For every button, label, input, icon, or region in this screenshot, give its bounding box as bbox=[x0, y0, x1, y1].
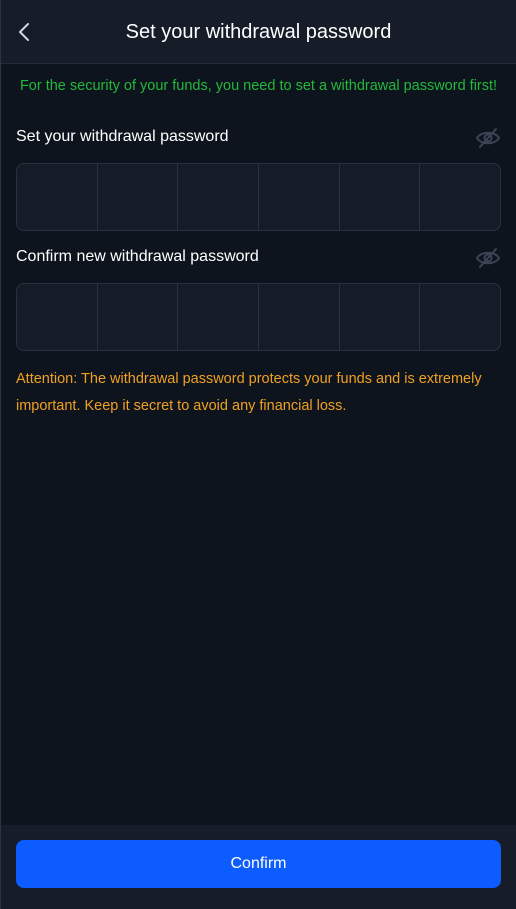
confirm-digit-2[interactable] bbox=[98, 284, 179, 350]
confirm-digit-6[interactable] bbox=[420, 284, 500, 350]
password-digit-2[interactable] bbox=[98, 164, 179, 230]
confirm-password-label: Confirm new withdrawal password bbox=[16, 248, 259, 265]
password-input[interactable] bbox=[16, 163, 501, 231]
eye-off-icon[interactable] bbox=[475, 247, 501, 269]
header-bar: Set your withdrawal password bbox=[1, 0, 516, 64]
password-digit-5[interactable] bbox=[340, 164, 421, 230]
attention-text: Attention: The withdrawal password prote… bbox=[16, 371, 482, 414]
confirm-digit-5[interactable] bbox=[340, 284, 421, 350]
password-digit-3[interactable] bbox=[178, 164, 260, 230]
page-title: Set your withdrawal password bbox=[125, 21, 392, 43]
confirm-digit-4[interactable] bbox=[259, 284, 340, 350]
withdrawal-password-page: Set your withdrawal password For the sec… bbox=[0, 0, 516, 909]
password-digit-1[interactable] bbox=[17, 164, 98, 230]
password-digit-6[interactable] bbox=[420, 164, 500, 230]
confirm-digit-1[interactable] bbox=[17, 284, 98, 350]
password-digit-4[interactable] bbox=[259, 164, 340, 230]
security-notice: For the security of your funds, you need… bbox=[19, 78, 498, 94]
eye-off-icon[interactable] bbox=[475, 127, 501, 149]
password-label: Set your withdrawal password bbox=[16, 128, 229, 145]
confirm-password-input[interactable] bbox=[16, 283, 501, 351]
confirm-digit-3[interactable] bbox=[178, 284, 260, 350]
confirm-button[interactable]: Confirm bbox=[16, 840, 501, 888]
footer-bar: Confirm bbox=[1, 825, 516, 909]
